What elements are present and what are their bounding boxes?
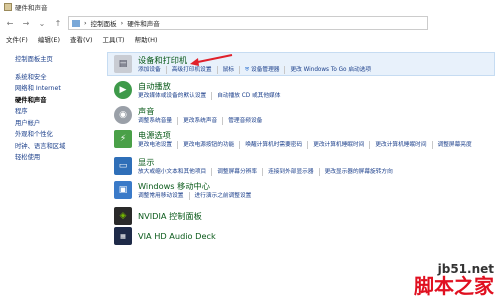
menu-bar: 文件(F) 编辑(E) 查看(V) 工具(T) 帮助(H) bbox=[0, 32, 500, 46]
speaker-icon: ◉ bbox=[114, 106, 132, 124]
power-icon: ⚡ bbox=[114, 130, 132, 148]
mobility-center-icon: ▣ bbox=[114, 181, 132, 199]
back-arrow-icon[interactable]: ← bbox=[4, 17, 16, 29]
link-adjust-volume[interactable]: 调整系统音量 bbox=[138, 117, 177, 125]
category-title[interactable]: VIA HD Audio Deck bbox=[138, 227, 216, 245]
autoplay-icon: ▶ bbox=[114, 81, 132, 99]
link-text-size[interactable]: 放大或缩小文本和其他项目 bbox=[138, 168, 211, 176]
link-power-buttons[interactable]: 更改电源按钮的功能 bbox=[177, 141, 239, 149]
category-links: 调整系统音量 更改系统声音 管理音频设备 bbox=[138, 117, 500, 125]
category-title[interactable]: Windows 移动中心 bbox=[138, 181, 500, 192]
category-autoplay: ▶ 自动播放 更改媒体或设备的默认设置 自动播放 CD 或其他媒体 bbox=[114, 81, 500, 100]
link-manage-audio-devices[interactable]: 管理音频设备 bbox=[222, 117, 267, 125]
shield-icon: ⛨ bbox=[244, 67, 252, 73]
sidebar-item-network[interactable]: 网络和 Internet bbox=[15, 83, 102, 95]
menu-help[interactable]: 帮助(H) bbox=[135, 34, 158, 44]
link-device-manager[interactable]: ⛨ 设备管理器 bbox=[238, 66, 285, 74]
link-presentation-settings[interactable]: 进行演示之前调整设置 bbox=[188, 192, 257, 200]
sidebar-item-programs[interactable]: 程序 bbox=[15, 106, 102, 118]
sidebar-item-ease-of-access[interactable]: 轻松使用 bbox=[15, 152, 102, 164]
link-windows-to-go[interactable]: 更改 Windows To Go 启动选项 bbox=[284, 66, 376, 74]
forward-arrow-icon[interactable]: → bbox=[20, 17, 32, 29]
link-screen-resolution[interactable]: 调整屏幕分辨率 bbox=[211, 168, 262, 176]
via-audio-icon: ▦ bbox=[114, 227, 132, 245]
watermark-brand: 脚本之家 bbox=[414, 274, 494, 298]
category-title[interactable]: 声音 bbox=[138, 106, 500, 117]
title-bar: 硬件和声音 bbox=[0, 0, 500, 14]
sidebar-item-hardware-sound[interactable]: 硬件和声音 bbox=[15, 95, 102, 107]
sidebar: 控制面板主页 系统和安全 网络和 Internet 硬件和声音 程序 用户帐户 … bbox=[0, 46, 102, 300]
category-display: ▭ 显示 放大或缩小文本和其他项目 调整屏幕分辨率 连接到外部显示器 更改显示器… bbox=[114, 157, 500, 176]
nvidia-icon: ◈ bbox=[114, 207, 132, 225]
category-title[interactable]: 显示 bbox=[138, 157, 500, 168]
breadcrumb-hardware-sound[interactable]: 硬件和声音 bbox=[127, 18, 160, 28]
link-advanced-printer-setup[interactable]: 高级打印机设置 bbox=[165, 66, 217, 74]
navigation-bar: ← → ⌄ ↑ › 控制面板 › 硬件和声音 bbox=[0, 14, 500, 32]
link-add-device[interactable]: 添加设备 bbox=[138, 66, 166, 74]
breadcrumb-control-panel[interactable]: 控制面板 bbox=[91, 18, 117, 28]
link-sleep-time[interactable]: 更改计算机睡眠时间 bbox=[307, 141, 369, 149]
link-mobility-settings[interactable]: 调整常用移动设置 bbox=[138, 192, 189, 200]
breadcrumb-separator: › bbox=[84, 19, 87, 27]
category-title[interactable]: NVIDIA 控制面板 bbox=[138, 207, 202, 225]
category-devices-printers: ▤ 设备和打印机 添加设备 高级打印机设置 鼠标 ⛨ 设备管理器 更改 Wind… bbox=[114, 55, 500, 74]
window-title: 硬件和声音 bbox=[15, 4, 48, 12]
sidebar-item-appearance[interactable]: 外观和个性化 bbox=[15, 129, 102, 141]
sidebar-item-system-security[interactable]: 系统和安全 bbox=[15, 72, 102, 84]
category-nvidia: ◈ NVIDIA 控制面板 bbox=[114, 207, 202, 225]
category-power-options: ⚡ 电源选项 更改电池设置 更改电源按钮的功能 唤醒计算机时需要密码 更改计算机… bbox=[114, 130, 500, 149]
sidebar-item-clock-region[interactable]: 时钟、语言和区域 bbox=[15, 141, 102, 153]
link-autoplay-cd[interactable]: 自动播放 CD 或其他媒体 bbox=[211, 92, 285, 100]
category-sound: ◉ 声音 调整系统音量 更改系统声音 管理音频设备 bbox=[114, 106, 500, 125]
menu-view[interactable]: 查看(V) bbox=[70, 34, 93, 44]
category-links: 更改电池设置 更改电源按钮的功能 唤醒计算机时需要密码 更改计算机睡眠时间 更改… bbox=[138, 141, 500, 149]
category-links: 更改媒体或设备的默认设置 自动播放 CD 或其他媒体 bbox=[138, 92, 500, 100]
link-mouse[interactable]: 鼠标 bbox=[216, 66, 239, 74]
category-title[interactable]: 自动播放 bbox=[138, 81, 500, 92]
link-require-password[interactable]: 唤醒计算机时需要密码 bbox=[239, 141, 307, 149]
link-media-defaults[interactable]: 更改媒体或设备的默认设置 bbox=[138, 92, 211, 100]
printer-icon: ▤ bbox=[114, 55, 132, 73]
category-mobility-center: ▣ Windows 移动中心 调整常用移动设置 进行演示之前调整设置 bbox=[114, 181, 500, 200]
link-battery-settings[interactable]: 更改电池设置 bbox=[138, 141, 177, 149]
display-icon: ▭ bbox=[114, 157, 132, 175]
category-title[interactable]: 电源选项 bbox=[138, 130, 500, 141]
address-bar[interactable]: › 控制面板 › 硬件和声音 bbox=[68, 16, 428, 30]
menu-tools[interactable]: 工具(T) bbox=[103, 34, 125, 44]
link-change-sounds[interactable]: 更改系统声音 bbox=[177, 117, 222, 125]
link-external-display[interactable]: 连接到外部显示器 bbox=[262, 168, 319, 176]
control-panel-app-icon bbox=[4, 3, 12, 11]
link-screen-brightness[interactable]: 调整屏幕亮度 bbox=[431, 141, 477, 149]
up-arrow-icon[interactable]: ↑ bbox=[52, 17, 64, 29]
link-sleep-time-2[interactable]: 更改计算机睡眠时间 bbox=[369, 141, 431, 149]
category-links: 放大或缩小文本和其他项目 调整屏幕分辨率 连接到外部显示器 更改显示器的屏幕旋转… bbox=[138, 168, 500, 176]
breadcrumb-separator: › bbox=[120, 19, 124, 27]
category-title[interactable]: 设备和打印机 bbox=[138, 55, 500, 66]
link-screen-orientation[interactable]: 更改显示器的屏幕旋转方向 bbox=[318, 168, 398, 176]
menu-edit[interactable]: 编辑(E) bbox=[38, 34, 60, 44]
sidebar-item-user-accounts[interactable]: 用户帐户 bbox=[15, 118, 102, 130]
watermark: jb51.net 脚本之家 bbox=[414, 262, 494, 296]
control-panel-folder-icon bbox=[72, 19, 80, 27]
menu-file[interactable]: 文件(F) bbox=[6, 34, 28, 44]
category-links: 调整常用移动设置 进行演示之前调整设置 bbox=[138, 192, 500, 200]
sidebar-item-home[interactable]: 控制面板主页 bbox=[15, 54, 102, 66]
category-links: 添加设备 高级打印机设置 鼠标 ⛨ 设备管理器 更改 Windows To Go… bbox=[138, 66, 500, 74]
recent-dropdown-icon[interactable]: ⌄ bbox=[36, 17, 48, 29]
category-via-audio: ▦ VIA HD Audio Deck bbox=[114, 227, 216, 245]
